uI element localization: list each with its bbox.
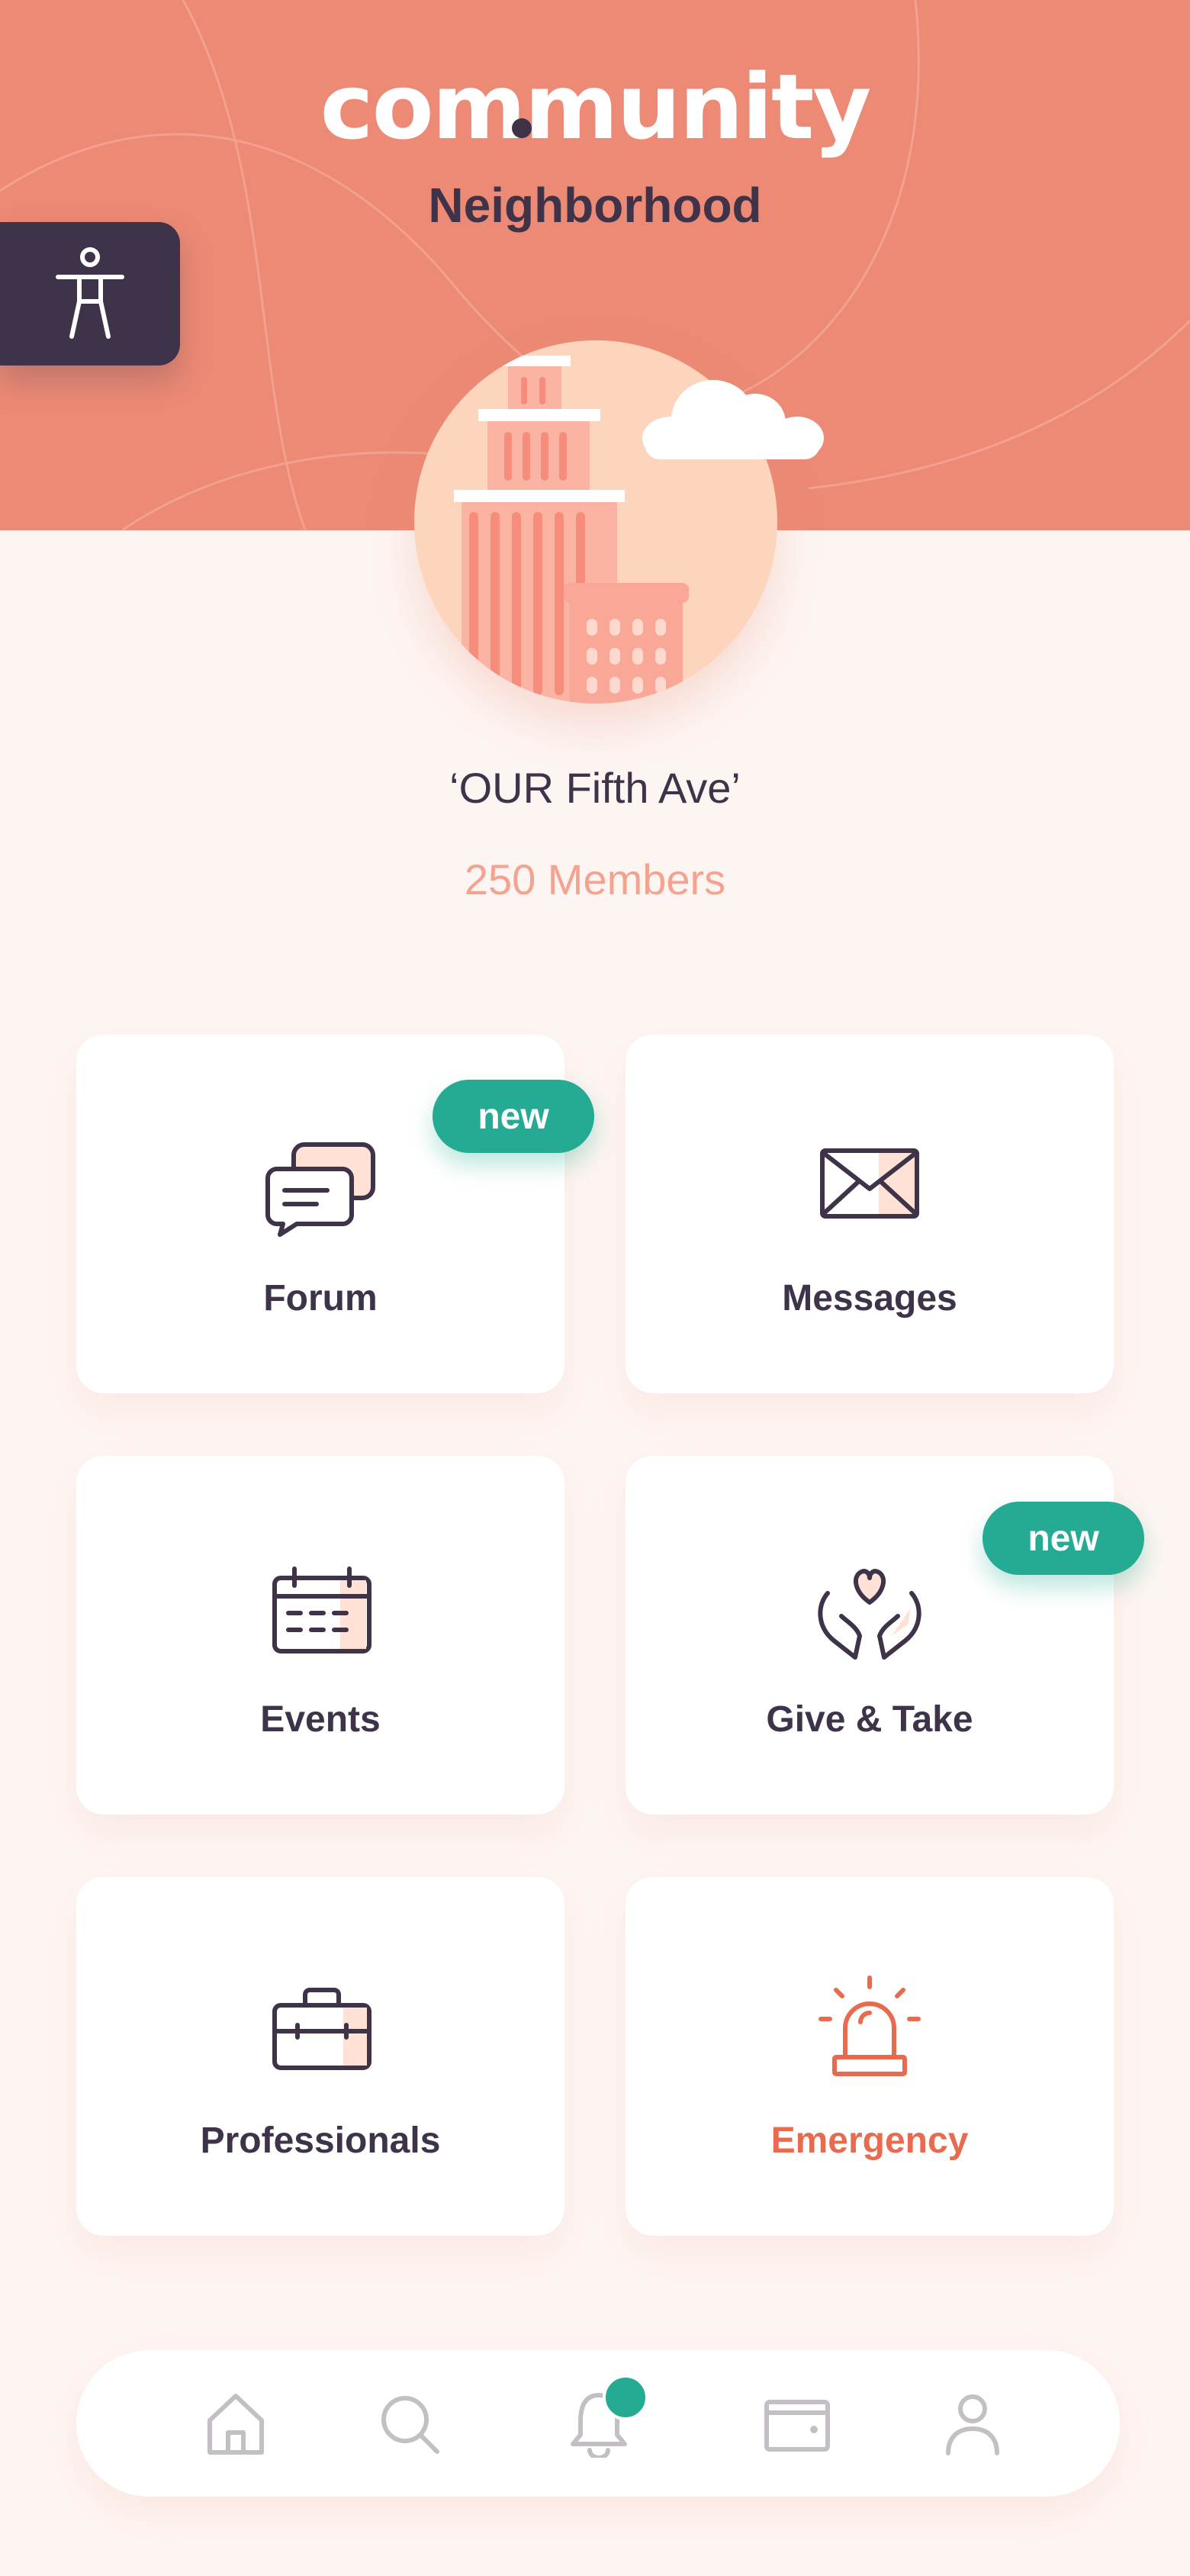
- community-name: ‘OUR Fifth Ave’: [449, 764, 741, 812]
- siren-icon: [819, 1975, 921, 2076]
- bottom-nav: [76, 2350, 1120, 2497]
- member-count[interactable]: 250 Members: [0, 855, 1190, 904]
- nav-profile[interactable]: [938, 2390, 1007, 2458]
- accessibility-icon: [56, 247, 124, 339]
- app-logo: community: [320, 54, 872, 159]
- envelope-icon: [820, 1148, 919, 1219]
- new-badge: new: [433, 1080, 594, 1153]
- emergency-tile[interactable]: Emergency: [626, 1877, 1114, 2236]
- new-badge: new: [983, 1502, 1144, 1575]
- calendar-icon: [272, 1567, 371, 1653]
- tile-label: Give & Take: [766, 1699, 973, 1740]
- home-icon: [207, 2394, 264, 2455]
- tile-label: Messages: [782, 1278, 957, 1319]
- tile-label: Events: [260, 1699, 381, 1740]
- nav-search[interactable]: [375, 2390, 444, 2458]
- accessibility-button[interactable]: [0, 222, 180, 365]
- user-icon: [946, 2394, 999, 2455]
- events-tile[interactable]: Events: [76, 1456, 564, 1814]
- search-icon: [381, 2396, 439, 2454]
- nav-wallet[interactable]: [763, 2390, 831, 2458]
- tile-label: Professionals: [200, 2120, 441, 2161]
- cloud-icon: [642, 380, 824, 459]
- chat-bubbles-icon: [265, 1142, 375, 1237]
- tile-label: Forum: [263, 1278, 378, 1319]
- nav-home[interactable]: [201, 2390, 270, 2458]
- messages-tile[interactable]: Messages: [626, 1035, 1114, 1393]
- professionals-tile[interactable]: Professionals: [76, 1877, 564, 2236]
- logo-dot: [512, 118, 532, 138]
- page-subtitle: Neighborhood: [428, 178, 762, 233]
- tile-label: Emergency: [770, 2120, 969, 2161]
- wallet-icon: [764, 2400, 830, 2452]
- briefcase-icon: [272, 1988, 371, 2070]
- hands-heart-icon: [818, 1569, 921, 1660]
- notification-indicator: [603, 2375, 648, 2420]
